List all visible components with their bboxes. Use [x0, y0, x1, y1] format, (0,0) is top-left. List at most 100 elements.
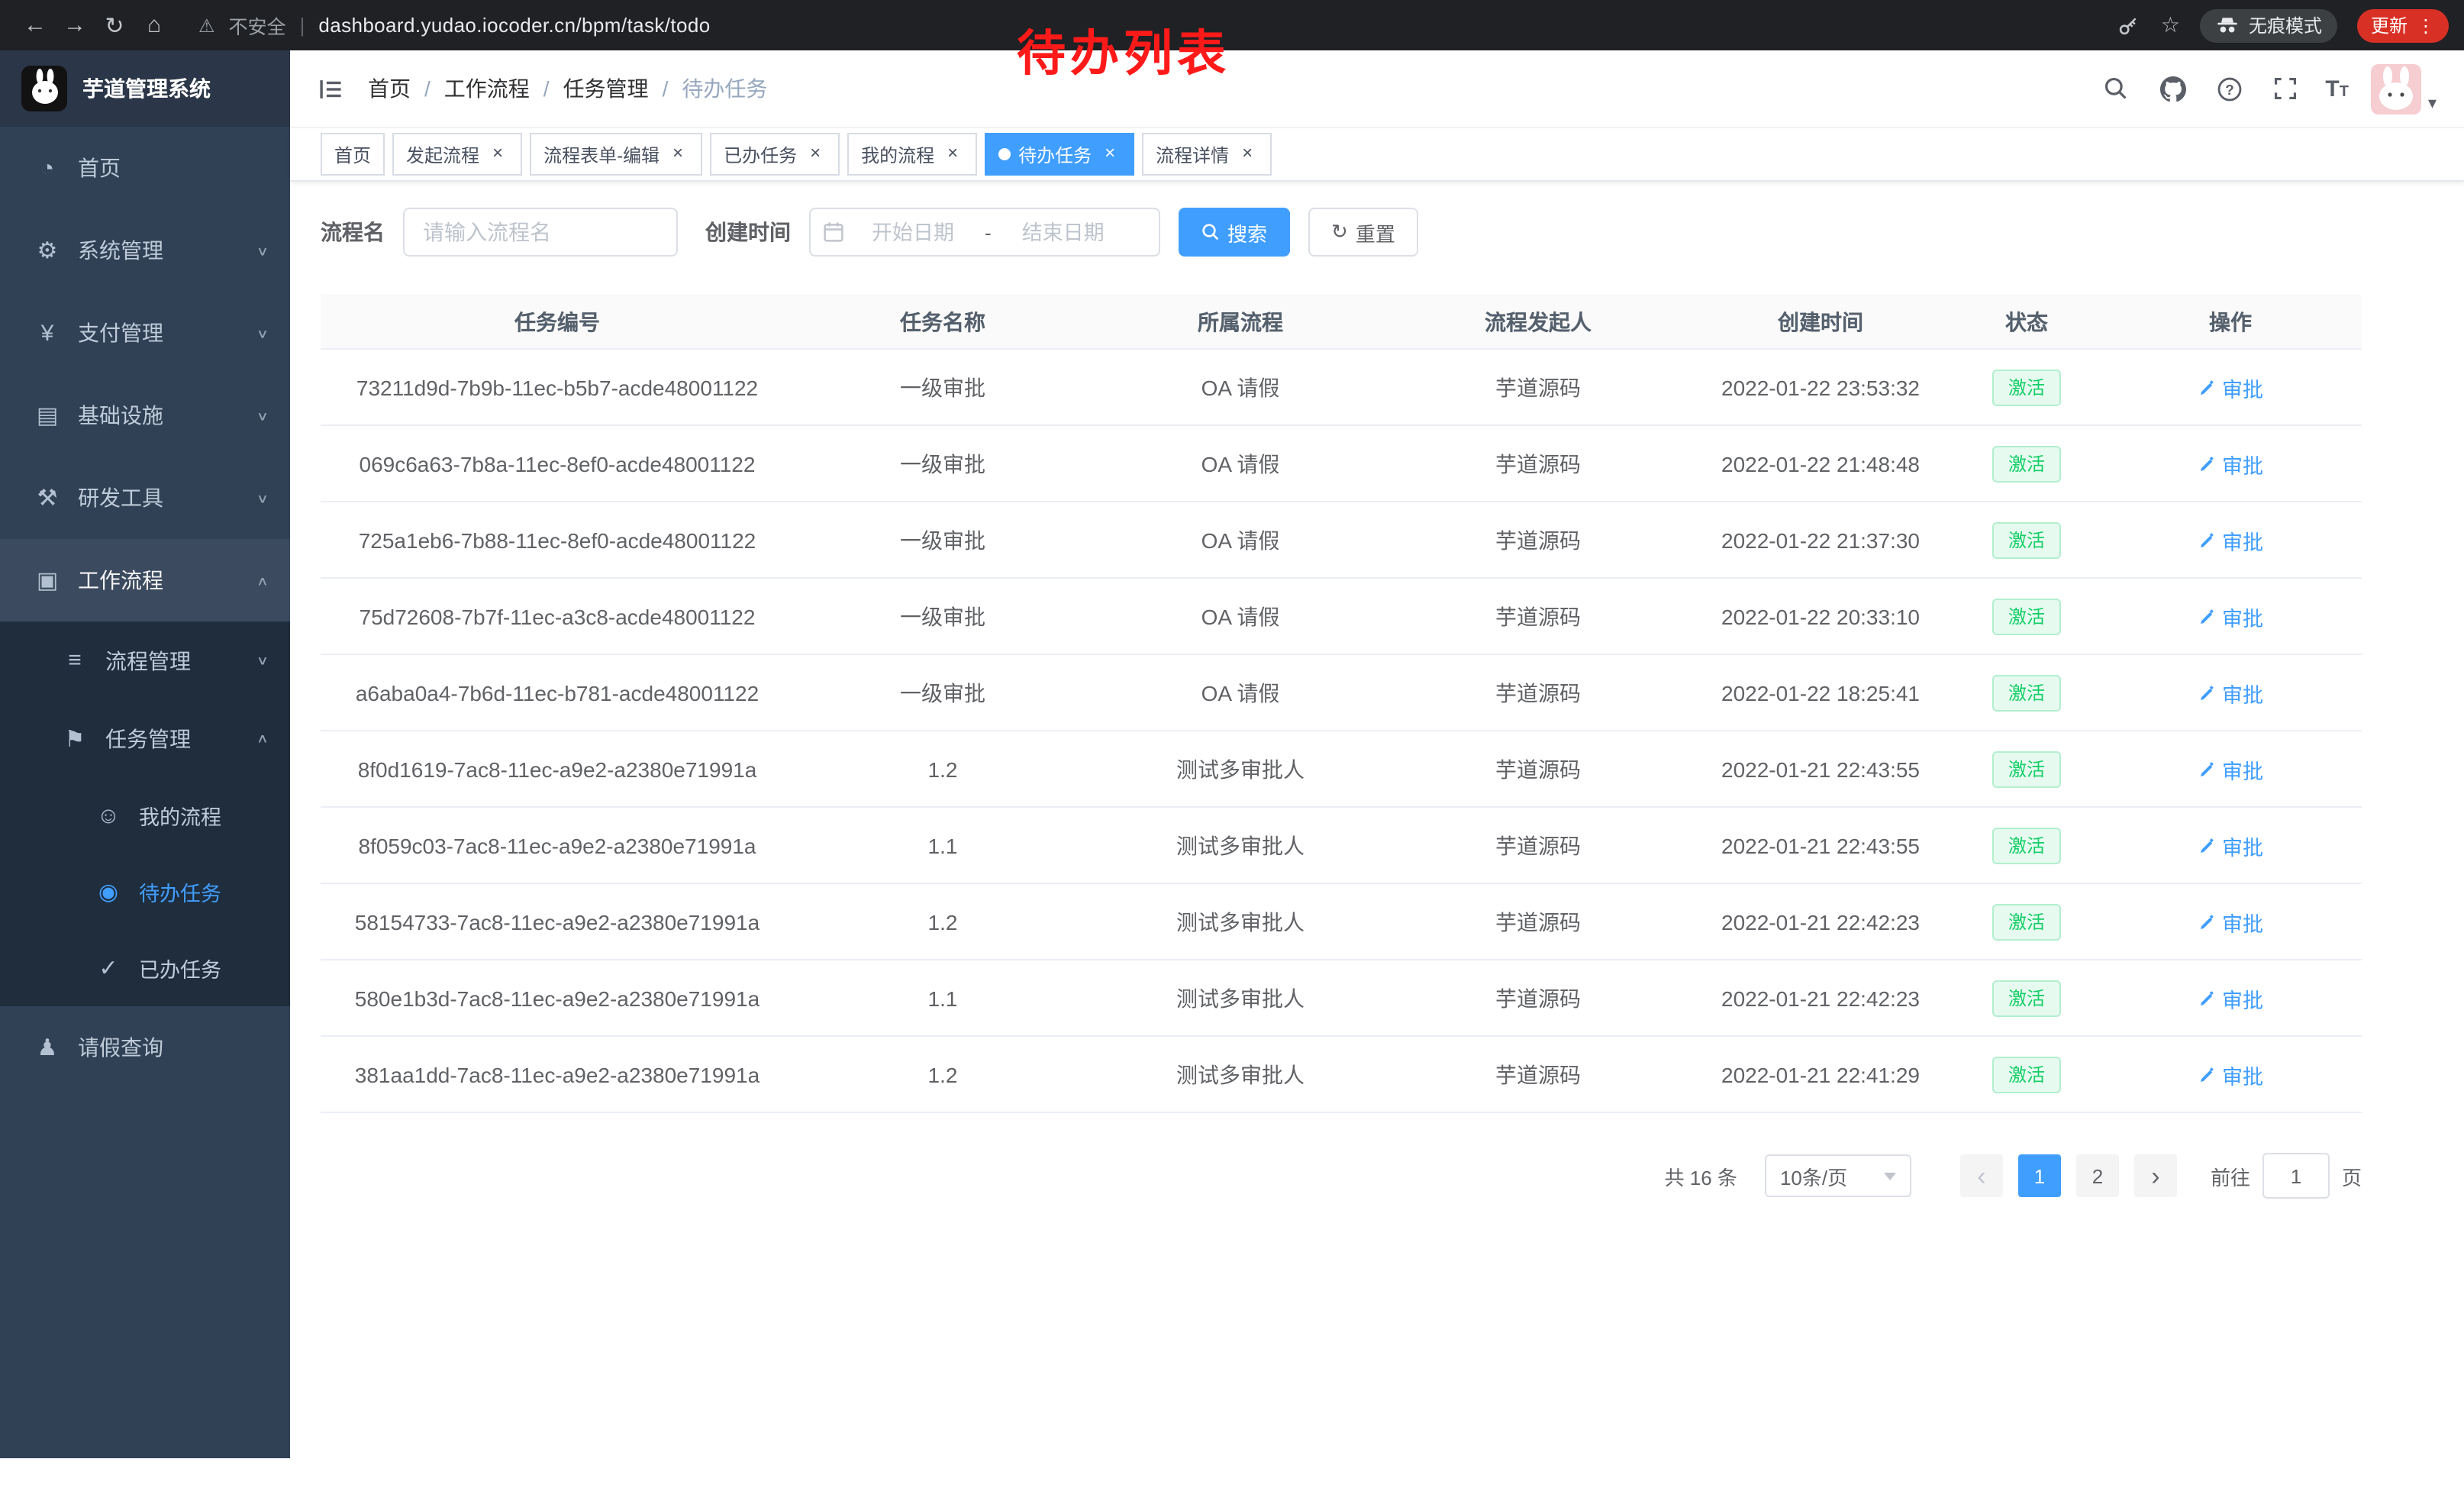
task-id-cell: 725a1eb6-7b88-11ec-8ef0-acde48001122 — [321, 502, 794, 578]
key-icon[interactable] — [2117, 13, 2141, 37]
next-page-button[interactable]: › — [2134, 1154, 2177, 1197]
tab-done-task[interactable]: 已办任务 × — [710, 133, 840, 176]
approve-link[interactable]: 审批 — [2198, 754, 2263, 784]
tools-icon: ⚒ — [31, 484, 64, 512]
page-size-select[interactable]: 10条/页 — [1765, 1154, 1911, 1197]
end-date-input[interactable] — [998, 219, 1129, 245]
search-icon[interactable] — [2099, 72, 2133, 105]
user-menu[interactable]: ▾ — [2372, 63, 2437, 114]
sidebar-item-payment[interactable]: ¥ 支付管理 ∨ — [0, 292, 290, 374]
status-badge: 激活 — [1993, 369, 2060, 405]
approve-link[interactable]: 审批 — [2198, 983, 2263, 1013]
close-icon[interactable]: × — [1099, 144, 1121, 165]
avatar — [2372, 63, 2422, 114]
approve-link[interactable]: 审批 — [2198, 906, 2263, 937]
sidebar-item-workflow[interactable]: ▣ 工作流程 ∧ — [0, 539, 290, 621]
edit-icon — [2198, 836, 2216, 854]
help-icon[interactable]: ? — [2212, 72, 2246, 105]
sidebar-item-todo-task[interactable]: ◉ 待办任务 — [0, 854, 290, 930]
fullscreen-icon[interactable] — [2269, 72, 2302, 105]
chevron-up-icon: ∧ — [256, 731, 269, 746]
sidebar-item-my-process[interactable]: ☺ 我的流程 — [0, 777, 290, 854]
sidebar-item-task-management[interactable]: ⚑ 任务管理 ∧ — [0, 699, 290, 777]
breadcrumb-current: 待办任务 — [682, 73, 767, 104]
created-cell: 2022-01-21 22:42:23 — [1687, 960, 1954, 1036]
initiator-cell: 芋道源码 — [1389, 731, 1687, 807]
close-icon[interactable]: × — [487, 144, 508, 165]
approve-link[interactable]: 审批 — [2198, 677, 2263, 708]
sidebar-item-label: 我的流程 — [139, 800, 221, 831]
sidebar-item-leave-query[interactable]: ♟ 请假查询 — [0, 1006, 290, 1089]
search-button[interactable]: 搜索 — [1179, 208, 1290, 257]
tab-process-detail[interactable]: 流程详情 × — [1142, 133, 1272, 176]
close-icon[interactable]: × — [942, 144, 963, 165]
sidebar-item-done-task[interactable]: ✓ 已办任务 — [0, 930, 290, 1006]
page-button-2[interactable]: 2 — [2076, 1154, 2119, 1197]
browser-back-button[interactable]: ← — [15, 12, 55, 38]
prev-page-button[interactable]: ‹ — [1960, 1154, 2003, 1197]
status-badge: 激活 — [1993, 521, 2060, 558]
start-date-input[interactable] — [847, 219, 979, 245]
approve-link[interactable]: 审批 — [2198, 372, 2263, 402]
incognito-badge: 无痕模式 — [2200, 8, 2337, 42]
status-badge: 激活 — [1993, 903, 2060, 940]
reset-button[interactable]: ↻ 重置 — [1308, 208, 1418, 257]
col-initiator: 流程发起人 — [1389, 295, 1687, 349]
status-cell: 激活 — [1954, 654, 2099, 731]
task-name-cell: 一级审批 — [794, 654, 1092, 731]
tab-home[interactable]: 首页 — [321, 133, 385, 176]
font-size-icon[interactable]: TT — [2325, 76, 2349, 102]
app-title: 芋道管理系统 — [82, 73, 211, 104]
close-icon[interactable]: × — [805, 144, 826, 165]
approve-link[interactable]: 审批 — [2198, 830, 2263, 860]
sidebar-item-process-management[interactable]: ≡ 流程管理 ∨ — [0, 621, 290, 699]
approve-link[interactable]: 审批 — [2198, 601, 2263, 631]
col-created: 创建时间 — [1687, 295, 1954, 349]
status-badge: 激活 — [1993, 445, 2060, 482]
address-bar[interactable]: ⚠ 不安全 | dashboard.yudao.iocoder.cn/bpm/t… — [198, 11, 711, 40]
col-task-name: 任务名称 — [794, 295, 1092, 349]
sidebar-item-label: 系统管理 — [78, 235, 163, 266]
close-icon[interactable]: × — [667, 144, 689, 165]
created-cell: 2022-01-22 21:48:48 — [1687, 425, 1954, 502]
update-button[interactable]: 更新 ⋮ — [2357, 8, 2449, 42]
sidebar-item-devtools[interactable]: ⚒ 研发工具 ∨ — [0, 457, 290, 539]
app-logo-row[interactable]: 芋道管理系统 — [0, 50, 290, 127]
breadcrumb-home[interactable]: 首页 — [368, 73, 411, 104]
tab-start-process[interactable]: 发起流程 × — [392, 133, 522, 176]
close-icon[interactable]: × — [1237, 144, 1258, 165]
github-icon[interactable] — [2156, 72, 2189, 105]
browser-menu-icon[interactable]: ⋮ — [2417, 15, 2435, 36]
created-cell: 2022-01-21 22:43:55 — [1687, 807, 1954, 883]
process-cell: OA 请假 — [1092, 502, 1389, 578]
approve-link[interactable]: 审批 — [2198, 1059, 2263, 1089]
sidebar-item-infra[interactable]: ▤ 基础设施 ∨ — [0, 374, 290, 457]
sidebar-item-label: 研发工具 — [78, 483, 163, 513]
page-button-1[interactable]: 1 — [2018, 1154, 2061, 1197]
tab-my-process[interactable]: 我的流程 × — [847, 133, 977, 176]
browser-reload-button[interactable]: ↻ — [95, 11, 134, 39]
red-annotation-text: 待办列表 — [1017, 15, 1230, 86]
goto-page-input[interactable] — [2262, 1153, 2330, 1199]
sidebar-collapse-button[interactable] — [318, 76, 343, 102]
table-header-row: 任务编号 任务名称 所属流程 流程发起人 创建时间 状态 操作 — [321, 295, 2362, 349]
approve-link[interactable]: 审批 — [2198, 525, 2263, 555]
flag-icon: ⚑ — [58, 725, 92, 752]
bookmark-star-icon[interactable]: ☆ — [2161, 12, 2180, 38]
tab-bar: 首页 发起流程 × 流程表单-编辑 × 已办任务 × 我的流程 × — [290, 127, 2464, 182]
date-range-picker[interactable]: - — [809, 208, 1160, 257]
tab-process-form-edit[interactable]: 流程表单-编辑 × — [530, 133, 702, 176]
pagination: 共 16 条 10条/页 ‹ 1 2 › 前往 页 — [321, 1153, 2362, 1199]
approve-link[interactable]: 审批 — [2198, 448, 2263, 479]
task-name-cell: 1.1 — [794, 807, 1092, 883]
sidebar-item-home[interactable]: ◔ 首页 — [0, 127, 290, 209]
initiator-cell: 芋道源码 — [1389, 425, 1687, 502]
browser-home-button[interactable]: ⌂ — [134, 12, 174, 38]
tab-todo-task[interactable]: 待办任务 × — [985, 133, 1134, 176]
process-cell: 测试多审批人 — [1092, 807, 1389, 883]
process-name-input[interactable] — [403, 208, 678, 257]
browser-forward-button[interactable]: → — [55, 12, 95, 38]
process-cell: OA 请假 — [1092, 349, 1389, 425]
process-cell: OA 请假 — [1092, 425, 1389, 502]
sidebar-item-system[interactable]: ⚙ 系统管理 ∨ — [0, 209, 290, 292]
